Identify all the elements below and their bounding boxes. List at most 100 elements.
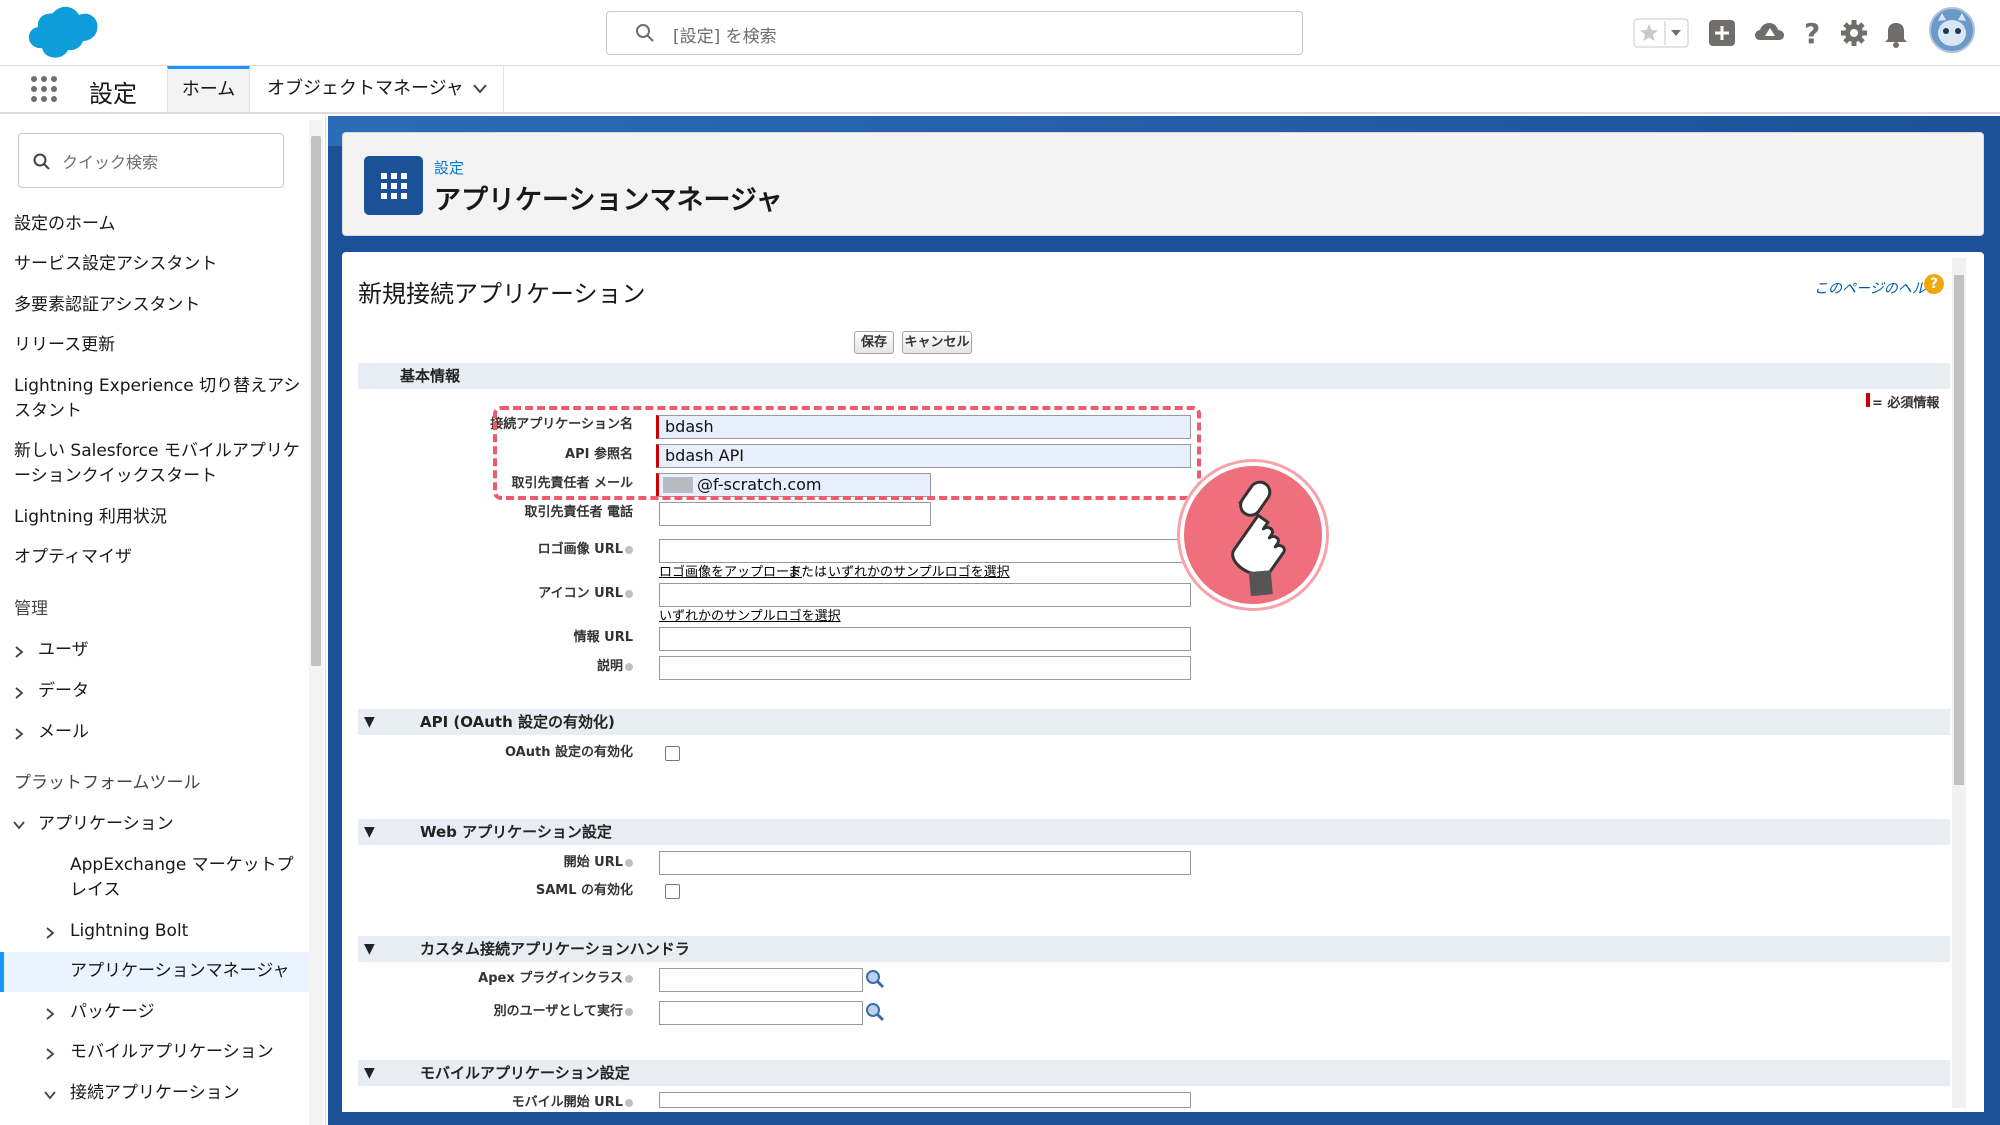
app-launcher-icon[interactable]: [30, 75, 58, 103]
chevron-right-icon[interactable]: [14, 686, 24, 700]
collapse-triangle-icon[interactable]: ▼: [364, 936, 375, 962]
salesforce-logo-icon[interactable]: [20, 6, 98, 60]
section-custom-handler[interactable]: ▼ カスタム接続アプリケーションハンドラ: [358, 936, 1950, 962]
help-for-page-link[interactable]: このページのヘルプ: [1814, 278, 1940, 298]
chevron-right-icon[interactable]: [45, 1047, 55, 1061]
chevron-right-icon[interactable]: [45, 1007, 55, 1021]
collapse-triangle-icon[interactable]: ▼: [364, 1060, 375, 1086]
select-sample-icon-link[interactable]: いずれかのサンプルロゴを選択: [659, 605, 841, 624]
save-button[interactable]: 保存: [854, 331, 894, 354]
collapse-triangle-icon[interactable]: ▼: [364, 819, 375, 845]
sidebar-item-lightning-transition[interactable]: Lightning Experience 切り替えアシスタント: [14, 374, 310, 424]
section-basic-info: 基本情報: [358, 363, 1950, 389]
sidebar-item-lightning-bolt[interactable]: Lightning Bolt: [70, 919, 370, 944]
info-icon[interactable]: [625, 974, 633, 983]
info-icon[interactable]: [625, 545, 633, 554]
apex-plugin-field[interactable]: [659, 968, 863, 992]
favorites-star-icon[interactable]: [1633, 16, 1689, 50]
section-mobile-app-label: モバイルアプリケーション設定: [420, 1064, 630, 1082]
sidebar-item-connected-apps[interactable]: 接続アプリケーション: [70, 1081, 370, 1106]
sidebar-item-mobile-apps[interactable]: モバイルアプリケーション: [70, 1040, 370, 1065]
chevron-right-icon[interactable]: [45, 926, 55, 940]
sidebar-item-lightning-usage[interactable]: Lightning 利用状況: [14, 505, 314, 530]
label-info-url: 情報 URL: [573, 630, 633, 645]
chevron-down-icon[interactable]: [472, 83, 488, 95]
section-web-app-label: Web アプリケーション設定: [420, 823, 612, 841]
label-icon-url: アイコン URL: [373, 582, 633, 601]
trailhead-cloud-icon[interactable]: [1753, 16, 1787, 50]
tab-object-manager-label: オブジェクトマネージャ: [267, 78, 464, 99]
sidebar-item-optimizer[interactable]: オプティマイザ: [14, 545, 314, 570]
label-start-url: 開始 URL: [373, 851, 633, 870]
breadcrumb[interactable]: 設定: [434, 157, 464, 178]
contact-phone-field[interactable]: [659, 502, 931, 526]
label-enable-saml: SAML の有効化: [535, 883, 633, 898]
help-question-icon[interactable]: ?: [1795, 16, 1829, 50]
logo-url-field[interactable]: [659, 539, 1191, 563]
info-url-field[interactable]: [659, 627, 1191, 651]
label-contact-phone: 取引先責任者 電話: [524, 505, 633, 520]
cancel-button[interactable]: キャンセル: [902, 331, 972, 354]
enable-oauth-checkbox[interactable]: [665, 746, 680, 761]
main-scrollbar-thumb[interactable]: [1954, 275, 1964, 785]
label-mobile-start-url: モバイル開始 URL: [373, 1091, 633, 1110]
label-run-as-text: 別のユーザとして実行: [493, 1004, 623, 1019]
label-description: 説明: [373, 655, 633, 674]
global-search-input[interactable]: [設定] を検索: [606, 11, 1303, 55]
label-icon-url-text: アイコン URL: [538, 586, 623, 601]
notifications-bell-icon[interactable]: [1879, 16, 1913, 50]
label-logo-url-text: ロゴ画像 URL: [537, 542, 623, 557]
logo-or-text: または: [788, 565, 828, 580]
quick-find-input[interactable]: クイック検索: [18, 133, 284, 188]
required-indicator-icon: [1866, 393, 1870, 407]
sidebar-item-mfa-assistant[interactable]: 多要素認証アシスタント: [14, 293, 314, 318]
chevron-down-icon[interactable]: [43, 1090, 57, 1100]
chevron-right-icon[interactable]: [14, 645, 24, 659]
setup-gear-icon[interactable]: [1837, 16, 1871, 50]
enable-saml-checkbox[interactable]: [665, 884, 680, 899]
section-mobile-app[interactable]: ▼ モバイルアプリケーション設定: [358, 1060, 1950, 1086]
lookup-magnifier-icon[interactable]: [864, 1001, 886, 1023]
sidebar-item-app-manager[interactable]: アプリケーションマネージャ: [70, 959, 370, 984]
chevron-right-icon[interactable]: [14, 727, 24, 741]
app-manager-grid-icon: [364, 156, 423, 215]
description-field[interactable]: [659, 656, 1191, 680]
global-add-icon[interactable]: [1705, 16, 1739, 50]
mobile-start-url-field[interactable]: [659, 1092, 1191, 1108]
icon-url-field[interactable]: [659, 583, 1191, 607]
sidebar-item-data[interactable]: データ: [38, 679, 338, 704]
sidebar-item-packages[interactable]: パッケージ: [70, 1000, 370, 1025]
run-as-field[interactable]: [659, 1001, 863, 1025]
sidebar-item-apps[interactable]: アプリケーション: [38, 812, 338, 837]
sidebar-item-appexchange[interactable]: AppExchange マーケットプレイス: [70, 853, 310, 903]
global-header: [設定] を検索 ?: [0, 0, 2000, 66]
sidebar-item-email[interactable]: メール: [38, 720, 338, 745]
info-icon[interactable]: [625, 858, 633, 867]
section-api-oauth[interactable]: ▼ API (OAuth 設定の有効化): [358, 709, 1950, 735]
lookup-magnifier-icon[interactable]: [864, 968, 886, 990]
page-title: アプリケーションマネージャ: [434, 185, 783, 216]
collapse-triangle-icon[interactable]: ▼: [364, 709, 375, 735]
search-icon: [636, 24, 654, 42]
sidebar-item-users[interactable]: ユーザ: [38, 638, 338, 663]
info-icon[interactable]: [625, 1098, 633, 1107]
section-web-app-settings[interactable]: ▼ Web アプリケーション設定: [358, 819, 1950, 845]
upload-logo-link[interactable]: ロゴ画像をアップロード: [659, 561, 802, 580]
sidebar-item-mobile-quickstart[interactable]: 新しい Salesforce モバイルアプリケーションクイックスタート: [14, 439, 310, 489]
select-sample-logo-link[interactable]: いずれかのサンプルロゴを選択: [828, 561, 1010, 580]
tab-home[interactable]: ホーム: [167, 66, 250, 112]
sidebar-item-release-updates[interactable]: リリース更新: [14, 333, 314, 358]
help-circle-icon[interactable]: ?: [1924, 274, 1944, 294]
info-icon[interactable]: [625, 662, 633, 671]
info-icon[interactable]: [625, 1007, 633, 1016]
form-title: 新規接続アプリケーション: [358, 280, 646, 308]
user-avatar-icon[interactable]: [1929, 7, 1975, 53]
tab-object-manager[interactable]: オブジェクトマネージャ: [252, 66, 504, 112]
sidebar-item-service-setup[interactable]: サービス設定アシスタント: [14, 252, 314, 277]
chevron-down-icon[interactable]: [12, 820, 26, 830]
sidebar-item-setup-home[interactable]: 設定のホーム: [14, 212, 314, 237]
label-start-url-text: 開始 URL: [563, 855, 623, 870]
label-logo-url: ロゴ画像 URL: [373, 538, 633, 557]
info-icon[interactable]: [625, 589, 633, 598]
start-url-field[interactable]: [659, 851, 1191, 875]
